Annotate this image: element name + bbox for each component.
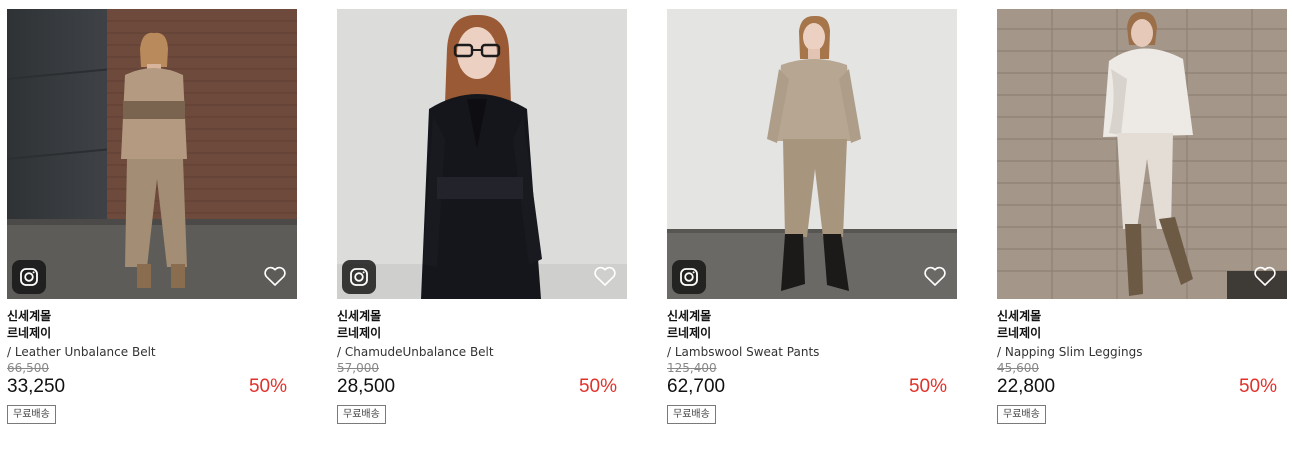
- heart-outline-icon[interactable]: [1253, 265, 1277, 287]
- brand-mall[interactable]: 신세계몰: [7, 308, 297, 325]
- product-card[interactable]: 신세계몰 르네제이 / ChamudeUnbalance Belt 57,000…: [337, 9, 627, 424]
- original-price: 66,500: [7, 361, 49, 375]
- product-name[interactable]: / Lambswool Sweat Pants: [667, 342, 957, 362]
- product-name[interactable]: / Napping Slim Leggings: [997, 342, 1287, 362]
- original-price: 57,000: [337, 361, 379, 375]
- brand-name[interactable]: 르네제이: [667, 325, 957, 342]
- price-row: 62,700 50%: [667, 375, 957, 401]
- product-name[interactable]: / Leather Unbalance Belt: [7, 342, 297, 362]
- product-card[interactable]: 신세계몰 르네제이 / Napping Slim Leggings 45,600…: [997, 9, 1287, 424]
- sale-price: 62,700: [667, 376, 726, 397]
- free-shipping-badge: 무료배송: [667, 405, 716, 424]
- free-shipping-badge: 무료배송: [337, 405, 386, 424]
- instagram-badge[interactable]: [342, 260, 376, 294]
- free-shipping-badge: 무료배송: [7, 405, 56, 424]
- brand-mall[interactable]: 신세계몰: [667, 308, 957, 325]
- product-image[interactable]: [337, 9, 627, 299]
- heart-outline-icon[interactable]: [923, 265, 947, 287]
- price-row: 28,500 50%: [337, 375, 627, 401]
- heart-outline-icon[interactable]: [263, 265, 287, 287]
- sale-price: 22,800: [997, 376, 1056, 397]
- original-price: 125,400: [667, 361, 717, 375]
- product-card[interactable]: 신세계몰 르네제이 / Lambswool Sweat Pants 125,40…: [667, 9, 957, 424]
- original-price: 45,600: [997, 361, 1039, 375]
- price-row: 33,250 50%: [7, 375, 297, 401]
- instagram-badge[interactable]: [672, 260, 706, 294]
- discount-rate: 50%: [578, 376, 617, 397]
- sale-price: 33,250: [7, 376, 66, 397]
- product-image[interactable]: [7, 9, 297, 299]
- discount-rate: 50%: [248, 376, 287, 397]
- instagram-icon: [350, 268, 368, 286]
- product-name[interactable]: / ChamudeUnbalance Belt: [337, 342, 627, 362]
- brand-mall[interactable]: 신세계몰: [337, 308, 627, 325]
- discount-rate: 50%: [908, 376, 947, 397]
- price-row: 22,800 50%: [997, 375, 1287, 401]
- brand-name[interactable]: 르네제이: [7, 325, 297, 342]
- sale-price: 28,500: [337, 376, 396, 397]
- brand-name[interactable]: 르네제이: [337, 325, 627, 342]
- product-image[interactable]: [667, 9, 957, 299]
- brand-name[interactable]: 르네제이: [997, 325, 1287, 342]
- heart-outline-icon[interactable]: [593, 265, 617, 287]
- product-grid: 신세계몰 르네제이 / Leather Unbalance Belt 66,50…: [0, 0, 1292, 462]
- brand-mall[interactable]: 신세계몰: [997, 308, 1287, 325]
- product-card[interactable]: 신세계몰 르네제이 / Leather Unbalance Belt 66,50…: [7, 9, 297, 424]
- instagram-icon: [20, 268, 38, 286]
- instagram-icon: [680, 268, 698, 286]
- discount-rate: 50%: [1238, 376, 1277, 397]
- free-shipping-badge: 무료배송: [997, 405, 1046, 424]
- product-image[interactable]: [997, 9, 1287, 299]
- instagram-badge[interactable]: [12, 260, 46, 294]
